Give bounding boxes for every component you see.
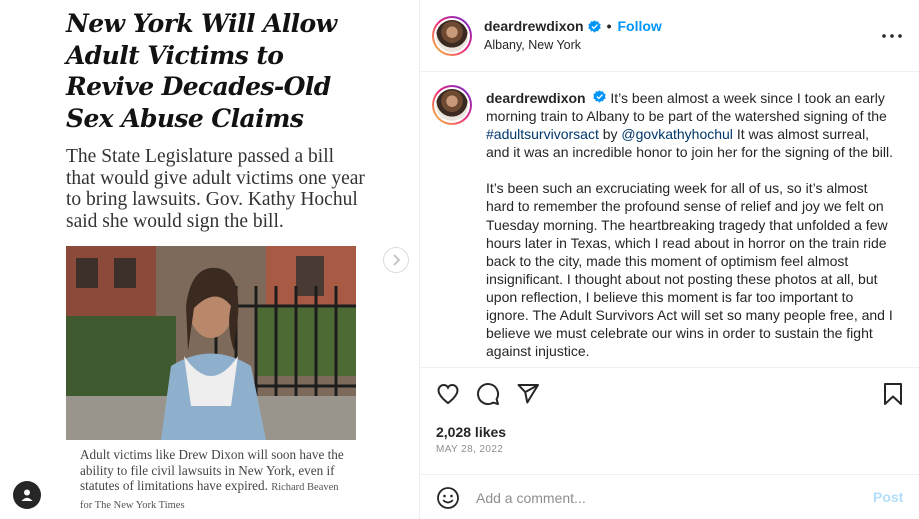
article-clipping: New York Will Allow Adult Victims to Rev…	[66, 8, 366, 232]
save-button[interactable]	[880, 381, 906, 407]
share-button[interactable]	[515, 381, 541, 407]
post-header: deardrewdixon • Follow Albany, New York	[420, 0, 919, 72]
caption-text-1b: by	[602, 126, 618, 143]
post-date[interactable]: MAY 28, 2022	[436, 444, 503, 455]
caption-username[interactable]: deardrewdixon	[486, 90, 586, 106]
carousel-next-button[interactable]	[383, 247, 409, 273]
user-icon	[21, 489, 33, 501]
verified-badge-icon	[587, 19, 601, 33]
caption-scroll-area[interactable]: deardrewdixon It’s been almost a week si…	[420, 73, 919, 366]
mention-link[interactable]: @govkathyhochul	[621, 126, 733, 142]
follow-button[interactable]: Follow	[618, 18, 662, 34]
like-button[interactable]	[435, 381, 461, 407]
comment-icon	[477, 383, 500, 406]
article-photo	[66, 246, 356, 440]
caption-paragraph-2: It’s been such an excruciating week for …	[486, 180, 893, 360]
avatar[interactable]	[432, 16, 472, 56]
post-caption: deardrewdixon It’s been almost a week si…	[486, 89, 896, 360]
post-actions: 2,028 likes MAY 28, 2022 Post	[420, 367, 919, 519]
heart-icon	[437, 383, 459, 405]
post-details-panel: deardrewdixon • Follow Albany, New York …	[420, 0, 919, 519]
comment-button[interactable]	[475, 381, 501, 407]
photo-caption: Adult victims like Drew Dixon will soon …	[80, 447, 350, 513]
send-icon	[517, 384, 539, 404]
more-options-icon	[882, 34, 902, 38]
woman-portrait-image	[66, 246, 356, 440]
header-separator: •	[606, 18, 612, 34]
post-comment-button[interactable]: Post	[873, 489, 903, 505]
caption-paragraph-1: deardrewdixon It’s been almost a week si…	[486, 89, 896, 161]
header-user: deardrewdixon • Follow	[484, 18, 662, 34]
verified-badge-icon	[593, 90, 607, 103]
post-media[interactable]: New York Will Allow Adult Victims to Rev…	[0, 0, 419, 519]
caption-avatar[interactable]	[432, 85, 472, 125]
tagged-users-button[interactable]	[13, 481, 41, 509]
chevron-right-icon	[393, 254, 401, 266]
article-headline: New York Will Allow Adult Victims to Rev…	[66, 9, 337, 133]
header-username[interactable]: deardrewdixon	[484, 18, 584, 34]
likes-count[interactable]: 2,028 likes	[436, 424, 506, 440]
bookmark-icon	[884, 383, 902, 405]
more-options-button[interactable]	[880, 24, 904, 48]
post-location[interactable]: Albany, New York	[484, 38, 581, 52]
emoji-icon[interactable]	[436, 486, 460, 510]
add-comment-bar: Post	[420, 474, 919, 519]
comment-input[interactable]	[476, 487, 856, 509]
article-deck: The State Legislature passed a bill that…	[66, 146, 365, 232]
hashtag-link[interactable]: #adultsurvivorsact	[486, 126, 599, 142]
